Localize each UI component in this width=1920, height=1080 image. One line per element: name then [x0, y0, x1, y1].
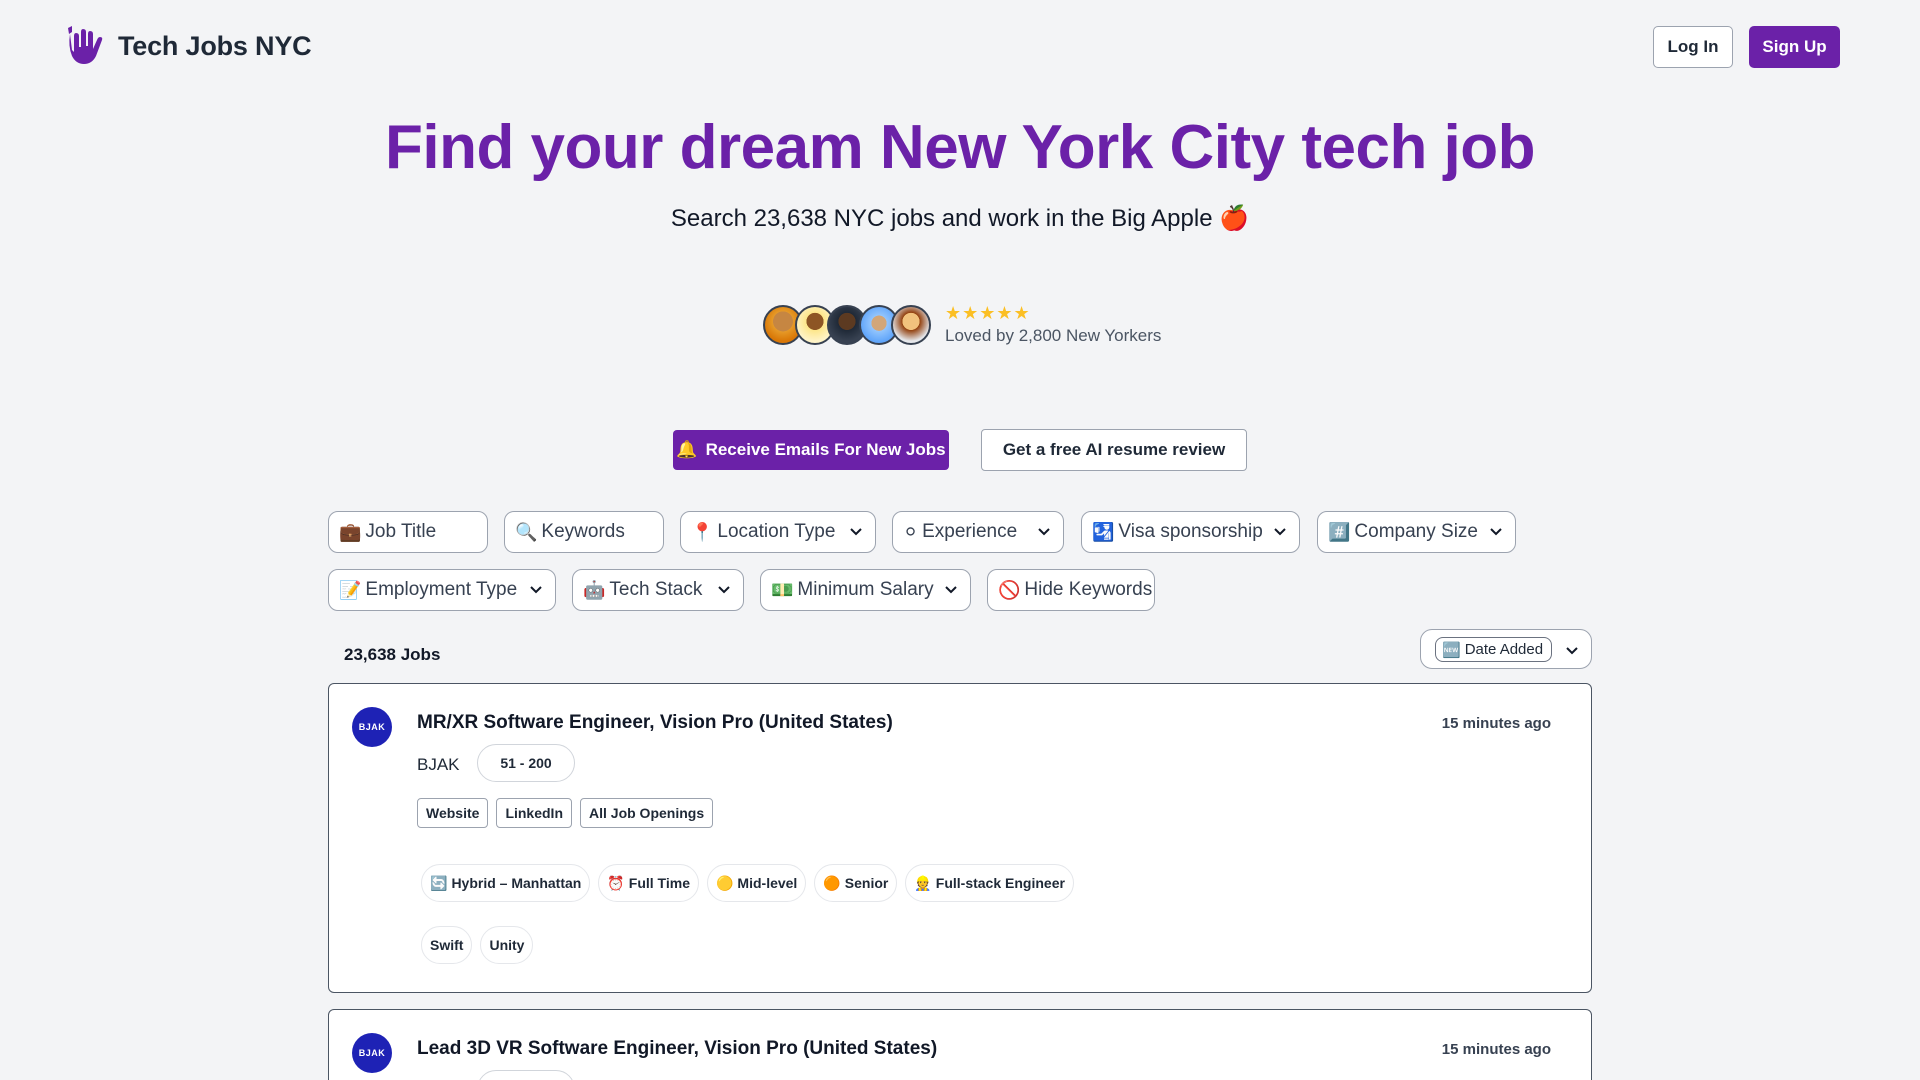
signup-button[interactable]: Sign Up — [1749, 26, 1840, 68]
location-type-select[interactable]: 📍 Location Type — [680, 511, 876, 553]
employment-type-label: Employment Type — [365, 579, 518, 600]
company-logo: BJAK — [352, 1033, 392, 1073]
linkedin-link[interactable]: LinkedIn — [496, 798, 572, 828]
bell-icon: 🔔 — [676, 440, 698, 459]
briefcase-icon: 💼 — [339, 521, 362, 542]
money-icon: 💵 — [771, 579, 794, 600]
company-size-badge — [477, 1070, 575, 1080]
company-size-badge: 51 - 200 — [477, 744, 575, 782]
tag-employment: ⏰ Full Time — [598, 864, 699, 902]
sort-select[interactable]: 🆕 Date Added — [1420, 629, 1592, 669]
alarm-clock-icon: ⏰ — [607, 874, 625, 891]
receive-emails-label: Receive Emails For New Jobs — [705, 440, 946, 459]
hide-keywords-label: Hide Keywords — [1024, 579, 1153, 600]
tag-experience: 🟠 Senior — [814, 864, 898, 902]
visa-sponsorship-label: Visa sponsorship — [1118, 521, 1263, 542]
job-title-placeholder: Job Title — [365, 521, 437, 542]
tech-stack-label: Tech Stack — [609, 579, 703, 600]
tech-stack-tags: Swift Unity — [421, 926, 534, 964]
employment-type-select[interactable]: 📝 Employment Type — [328, 569, 556, 611]
chevron-down-icon — [945, 586, 957, 594]
tag-experience: 🟡 Mid-level — [706, 864, 807, 902]
company-logo: BJAK — [352, 707, 392, 747]
location-type-label: Location Type — [717, 521, 836, 542]
job-title-input[interactable]: 💼 Job Title — [328, 511, 488, 553]
hide-keywords-input[interactable]: 🚫 Hide Keywords — [987, 569, 1155, 611]
job-posted-time: 15 minutes ago — [1441, 715, 1551, 732]
chevron-down-icon — [1490, 528, 1502, 536]
tag-tech: Unity — [480, 926, 534, 964]
hero-title: Find your dream New York City tech job — [384, 113, 1536, 182]
tag-label: Full-stack Engineer — [935, 875, 1065, 891]
job-posted-time: 15 minutes ago — [1441, 1041, 1551, 1058]
hash-icon: #️⃣ — [1328, 521, 1351, 542]
company-size-select[interactable]: #️⃣ Company Size — [1317, 511, 1516, 553]
site-header: Tech Jobs NYC Log In Sign Up — [0, 0, 1920, 100]
robot-icon: 🤖 — [583, 579, 606, 600]
sort-selected: 🆕 Date Added — [1435, 637, 1553, 662]
login-button[interactable]: Log In — [1653, 26, 1733, 68]
ai-resume-review-button[interactable]: Get a free AI resume review — [981, 429, 1247, 471]
company-size-label: Company Size — [1354, 521, 1478, 542]
tag-tech: Swift — [421, 926, 473, 964]
jobs-count: 23,638 Jobs — [344, 645, 441, 664]
all-job-openings-link[interactable]: All Job Openings — [580, 798, 714, 828]
star-rating-icon: ★★★★★ — [945, 303, 1031, 323]
tag-role: 👷 Full-stack Engineer — [905, 864, 1074, 902]
job-card[interactable]: BJAK MR/XR Software Engineer, Vision Pro… — [328, 683, 1592, 993]
loved-by-text: Loved by 2,800 New Yorkers — [945, 326, 1162, 345]
minimum-salary-label: Minimum Salary — [797, 579, 934, 600]
hero-subtitle: Search 23,638 NYC jobs and work in the B… — [670, 205, 1250, 232]
site-logo[interactable]: Tech Jobs NYC — [62, 22, 312, 70]
pin-icon: 📍 — [691, 521, 714, 542]
chevron-down-icon — [850, 528, 862, 536]
receive-emails-button[interactable]: 🔔 Receive Emails For New Jobs — [673, 430, 949, 470]
chevron-down-icon — [1038, 528, 1050, 536]
job-tags: 🔄 Hybrid – Manhattan ⏰ Full Time 🟡 Mid-l… — [421, 864, 1074, 902]
logo-text: Tech Jobs NYC — [118, 30, 312, 61]
keywords-input[interactable]: 🔍 Keywords — [504, 511, 664, 553]
tag-location: 🔄 Hybrid – Manhattan — [421, 864, 591, 902]
company-links: Website LinkedIn All Job Openings — [417, 798, 714, 828]
yellow-circle-icon: 🟡 — [715, 874, 734, 891]
circle-icon: ⚪ — [903, 521, 919, 542]
sort-label: Date Added — [1464, 641, 1544, 658]
company-name: BJAK — [417, 755, 460, 774]
experience-label: Experience — [922, 521, 1018, 542]
keywords-placeholder: Keywords — [541, 521, 625, 542]
worker-icon: 👷 — [914, 874, 932, 891]
avatar-group — [763, 305, 931, 345]
social-proof: ★★★★★ Loved by 2,800 New Yorkers — [763, 304, 1161, 346]
tag-label: Senior — [844, 875, 889, 891]
experience-select[interactable]: ⚪ Experience — [892, 511, 1064, 553]
tag-label: Full Time — [628, 875, 690, 891]
tag-label: Hybrid – Manhattan — [451, 875, 582, 891]
repeat-icon: 🔄 — [430, 874, 448, 891]
minimum-salary-select[interactable]: 💵 Minimum Salary — [760, 569, 971, 611]
job-title[interactable]: MR/XR Software Engineer, Vision Pro (Uni… — [417, 712, 893, 734]
rating: ★★★★★ Loved by 2,800 New Yorkers — [945, 304, 1161, 346]
visa-sponsorship-select[interactable]: 🛂 Visa sponsorship — [1081, 511, 1300, 553]
tag-label: Mid-level — [737, 875, 798, 891]
memo-icon: 📝 — [339, 579, 362, 600]
chevron-down-icon — [718, 586, 730, 594]
job-card[interactable]: BJAK Lead 3D VR Software Engineer, Visio… — [328, 1009, 1592, 1080]
chevron-down-icon — [1566, 647, 1578, 655]
passport-control-icon: 🛂 — [1092, 521, 1115, 542]
orange-circle-icon: 🟠 — [823, 874, 841, 891]
new-icon: 🆕 — [1442, 641, 1461, 659]
search-icon: 🔍 — [515, 521, 538, 542]
liberty-hand-icon — [68, 26, 103, 64]
tech-stack-select[interactable]: 🤖 Tech Stack — [572, 569, 744, 611]
chevron-down-icon — [530, 586, 542, 594]
prohibited-icon: 🚫 — [998, 579, 1021, 600]
chevron-down-icon — [1274, 528, 1286, 536]
job-title[interactable]: Lead 3D VR Software Engineer, Vision Pro… — [417, 1038, 937, 1060]
website-link[interactable]: Website — [417, 798, 489, 828]
avatar — [891, 305, 931, 345]
